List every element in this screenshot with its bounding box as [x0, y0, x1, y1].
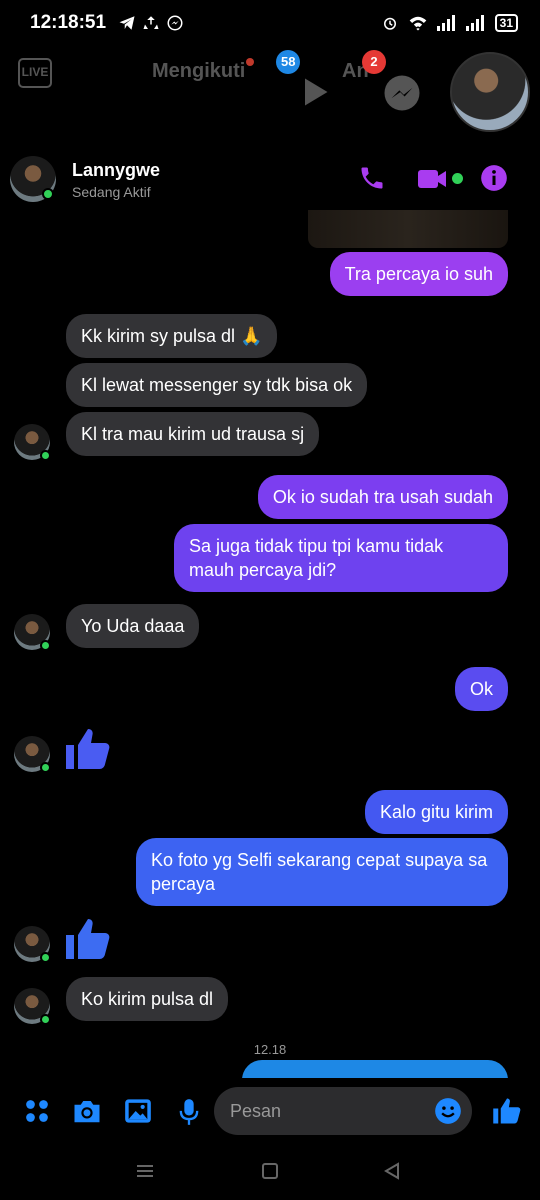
online-indicator — [40, 1014, 51, 1025]
photo-message[interactable] — [308, 210, 508, 248]
video-badge: 58 — [276, 50, 301, 74]
chat-head-avatar[interactable] — [450, 52, 530, 132]
message-composer — [0, 1078, 540, 1144]
messenger-bubble-icon[interactable] — [381, 72, 423, 114]
thumbs-up-icon[interactable] — [64, 914, 112, 964]
video-call-icon[interactable] — [416, 166, 450, 192]
online-indicator — [40, 640, 51, 651]
message-outgoing[interactable]: Ok — [454, 667, 508, 711]
message-incoming[interactable]: Kk kirim sy pulsa dl 🙏 — [66, 314, 278, 358]
telegram-icon — [119, 16, 135, 30]
message-outgoing[interactable]: Sa juga tidak tipu tpi kamu tidak mauh p… — [174, 524, 508, 592]
video-active-dot — [452, 173, 463, 184]
contact-status: Sedang Aktif — [72, 184, 151, 200]
menu-nav-icon[interactable] — [136, 1162, 154, 1180]
sync-icon — [143, 16, 159, 29]
message-timestamp: 12.18 — [253, 1042, 287, 1057]
messenger-notif-icon — [167, 15, 183, 31]
emoji-icon[interactable] — [434, 1097, 462, 1125]
thumbs-up-icon[interactable] — [64, 724, 112, 774]
chat-header: Lannygwe Sedang Aktif — [0, 150, 540, 210]
status-time: 12:18:51 — [30, 12, 107, 33]
background-app-header: LIVE Mengikuti An 58 2 — [0, 46, 540, 142]
tab-following[interactable]: Mengikuti — [152, 60, 245, 83]
wifi-icon — [409, 16, 426, 31]
message-incoming[interactable]: Yo Uda daaa — [66, 604, 200, 648]
online-indicator — [40, 952, 51, 963]
online-indicator — [40, 762, 51, 773]
status-bar: 12:18:51 31 — [0, 0, 540, 46]
notification-dot — [246, 58, 254, 66]
messenger-badge: 2 — [362, 50, 386, 74]
signal-1-icon — [436, 15, 455, 31]
message-outgoing-partial[interactable] — [242, 1060, 508, 1078]
online-indicator — [42, 188, 54, 200]
microphone-icon[interactable] — [178, 1098, 200, 1126]
message-outgoing[interactable]: Ko foto yg Selfi sekarang cepat supaya s… — [136, 838, 508, 906]
message-outgoing[interactable]: Ok io sudah tra usah sudah — [257, 475, 508, 519]
message-outgoing[interactable]: Tra percaya io suh — [329, 252, 508, 296]
battery-indicator: 31 — [494, 14, 518, 32]
alarm-icon — [383, 17, 396, 30]
system-nav-bar — [0, 1144, 540, 1200]
contact-name[interactable]: Lannygwe — [72, 160, 160, 181]
back-nav-icon[interactable] — [383, 1162, 401, 1180]
apps-grid-icon[interactable] — [24, 1098, 50, 1124]
voice-call-icon[interactable] — [358, 164, 386, 192]
message-incoming[interactable]: Ko kirim pulsa dl — [66, 977, 229, 1021]
signal-2-icon — [465, 15, 484, 31]
like-button-icon[interactable] — [492, 1096, 522, 1126]
play-icon[interactable] — [296, 74, 332, 110]
gallery-icon[interactable] — [124, 1098, 152, 1124]
info-icon[interactable] — [480, 164, 508, 192]
message-list[interactable]: Tra percaya io suh Kk kirim sy pulsa dl … — [0, 210, 540, 1078]
camera-icon[interactable] — [72, 1098, 102, 1124]
message-outgoing[interactable]: Kalo gitu kirim — [364, 790, 508, 834]
online-indicator — [40, 450, 51, 461]
live-icon[interactable]: LIVE — [18, 58, 52, 88]
message-incoming[interactable]: Kl tra mau kirim ud trausa sj — [66, 412, 320, 456]
message-incoming[interactable]: Kl lewat messenger sy tdk bisa ok — [66, 363, 368, 407]
home-nav-icon[interactable] — [261, 1162, 279, 1180]
